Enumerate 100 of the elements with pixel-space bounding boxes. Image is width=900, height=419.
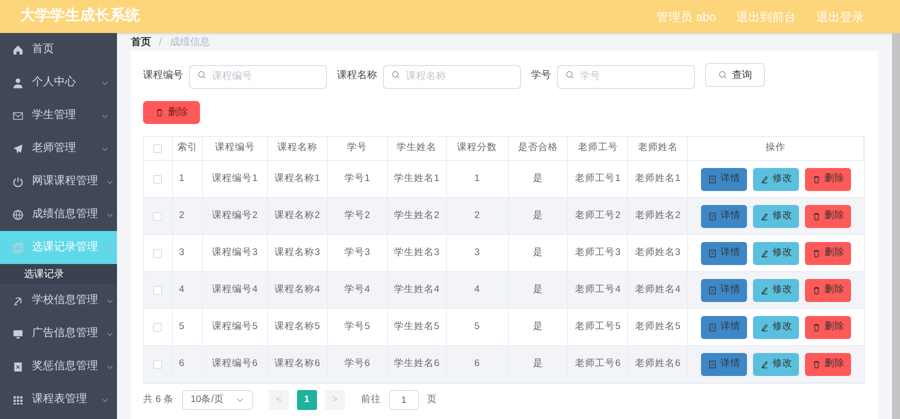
delete-button[interactable]: 删除 <box>805 168 852 190</box>
column-header: 课程名称 <box>268 137 328 160</box>
edit-button[interactable]: 修改 <box>753 316 800 338</box>
trash-icon <box>812 286 821 294</box>
chevron-down-icon <box>106 296 114 304</box>
edit-button[interactable]: 修改 <box>753 352 800 376</box>
table-cell: 是 <box>508 346 568 382</box>
grid-icon <box>12 394 24 406</box>
delete-button[interactable]: 删除 <box>143 101 200 124</box>
detail-button[interactable]: 详情 <box>701 168 748 190</box>
edit-button[interactable]: 修改 <box>753 204 800 228</box>
sidebar-item[interactable]: 首页 <box>0 33 117 66</box>
row-checkbox[interactable] <box>153 248 162 258</box>
page-input[interactable]: 1 <box>388 390 419 410</box>
table-cell: 老师姓名4 <box>628 272 688 308</box>
scrollbar[interactable] <box>892 33 900 419</box>
table-cell: 学生姓名3 <box>388 235 447 271</box>
goto-label: 前往 <box>360 392 381 407</box>
home-icon <box>12 44 24 56</box>
table-cell: 4 <box>446 272 508 308</box>
table-cell: 老师工号5 <box>568 309 628 345</box>
delete-button[interactable]: 删除 <box>805 316 852 338</box>
detail-button[interactable]: 详情 <box>701 242 748 264</box>
delete-button[interactable]: 删除 <box>805 204 852 228</box>
chevron-down-icon <box>101 112 109 120</box>
pencil-icon <box>760 212 769 220</box>
table-cell: 课程名称4 <box>268 272 328 308</box>
edit-button[interactable]: 修改 <box>753 168 800 190</box>
chevron-down-icon <box>106 330 114 338</box>
chevron-down-icon <box>106 210 114 218</box>
sidebar-item[interactable]: 课程表管理 <box>0 383 117 416</box>
row-checkbox[interactable] <box>153 174 162 184</box>
table-cell: 2 <box>446 198 508 234</box>
table-cell: 6 <box>446 346 508 382</box>
total-count: 共 6 条 <box>143 392 174 407</box>
table-cell: 学号6 <box>328 346 388 382</box>
search-button[interactable]: 查询 <box>705 63 765 87</box>
table-cell: 是 <box>508 309 568 345</box>
delete-button[interactable]: 删除 <box>805 278 852 302</box>
search-field[interactable]: 学号 <box>557 64 695 88</box>
submenu-item[interactable]: 选课记录 <box>0 264 117 284</box>
sidebar-item[interactable]: 个人中心 <box>0 66 117 99</box>
table-cell: 老师工号3 <box>568 235 628 271</box>
row-checkbox[interactable] <box>153 212 162 220</box>
table-cell: 5 <box>446 309 508 345</box>
person-icon <box>12 76 24 88</box>
table-cell: 学生姓名1 <box>388 161 447 197</box>
detail-button[interactable]: 详情 <box>701 278 748 302</box>
table-cell: 老师姓名1 <box>628 161 688 197</box>
sidebar-item[interactable]: 学校信息管理 <box>0 284 117 317</box>
pencil-icon <box>760 248 769 258</box>
sidebar-item[interactable]: 广告信息管理 <box>0 317 117 350</box>
delete-button[interactable]: 删除 <box>805 242 852 264</box>
edit-button[interactable]: 修改 <box>753 278 800 302</box>
envelope-icon <box>12 110 24 122</box>
chevron-down-icon <box>101 144 109 152</box>
page-suffix: 页 <box>426 392 437 407</box>
pencil-icon <box>760 322 769 332</box>
search-field[interactable]: 课程名称 <box>383 64 521 88</box>
table-cell: 学号4 <box>328 272 388 308</box>
sidebar-item[interactable]: 成绩信息管理 <box>0 198 117 231</box>
chevron-down-icon <box>101 78 109 86</box>
row-checkbox[interactable] <box>153 286 162 294</box>
table-cell: 课程编号6 <box>202 346 268 382</box>
select-all-checkbox[interactable] <box>153 144 162 153</box>
table-cell: 课程编号4 <box>202 272 268 308</box>
filter-label: 学号 <box>531 68 551 82</box>
detail-button[interactable]: 详情 <box>701 352 748 376</box>
search-field[interactable]: 课程编号 <box>189 64 327 88</box>
sidebar-item[interactable]: 网课课程管理 <box>0 165 117 198</box>
table-cell: 老师姓名3 <box>628 235 688 271</box>
table-cell: 3 <box>172 235 203 271</box>
sidebar-item[interactable]: 奖惩信息管理 <box>0 350 117 383</box>
table-cell: 1 <box>172 161 203 197</box>
page-size-select[interactable]: 10条/页 <box>182 390 253 410</box>
edit-button[interactable]: 修改 <box>753 242 800 264</box>
table-cell: 课程编号1 <box>202 161 268 197</box>
column-header: 课程分数 <box>446 137 508 160</box>
sidebar-item[interactable]: 老师管理 <box>0 132 117 165</box>
table-cell: 课程名称1 <box>268 161 328 197</box>
table-cell: 老师工号2 <box>568 198 628 234</box>
table-cell: 学号2 <box>328 198 388 234</box>
breadcrumb-item[interactable]: 首页 <box>131 34 151 50</box>
sidebar-item[interactable]: 学生管理 <box>0 99 117 132</box>
column-header: 学生姓名 <box>388 137 447 160</box>
row-checkbox[interactable] <box>153 322 162 332</box>
trash-icon <box>812 360 821 368</box>
row-checkbox[interactable] <box>153 360 162 368</box>
monitor-icon <box>12 328 24 340</box>
table-cell: 4 <box>172 272 203 308</box>
table-cell: 是 <box>508 235 568 271</box>
detail-button[interactable]: 详情 <box>701 316 748 338</box>
detail-button[interactable]: 详情 <box>701 204 748 228</box>
user-label: 管理员 abo <box>656 8 716 26</box>
table-cell: 学生姓名4 <box>388 272 447 308</box>
pencil-icon <box>760 286 769 294</box>
document-icon <box>708 286 717 294</box>
delete-button[interactable]: 删除 <box>805 352 852 376</box>
table-cell: 老师姓名5 <box>628 309 688 345</box>
table-cell: 是 <box>508 198 568 234</box>
